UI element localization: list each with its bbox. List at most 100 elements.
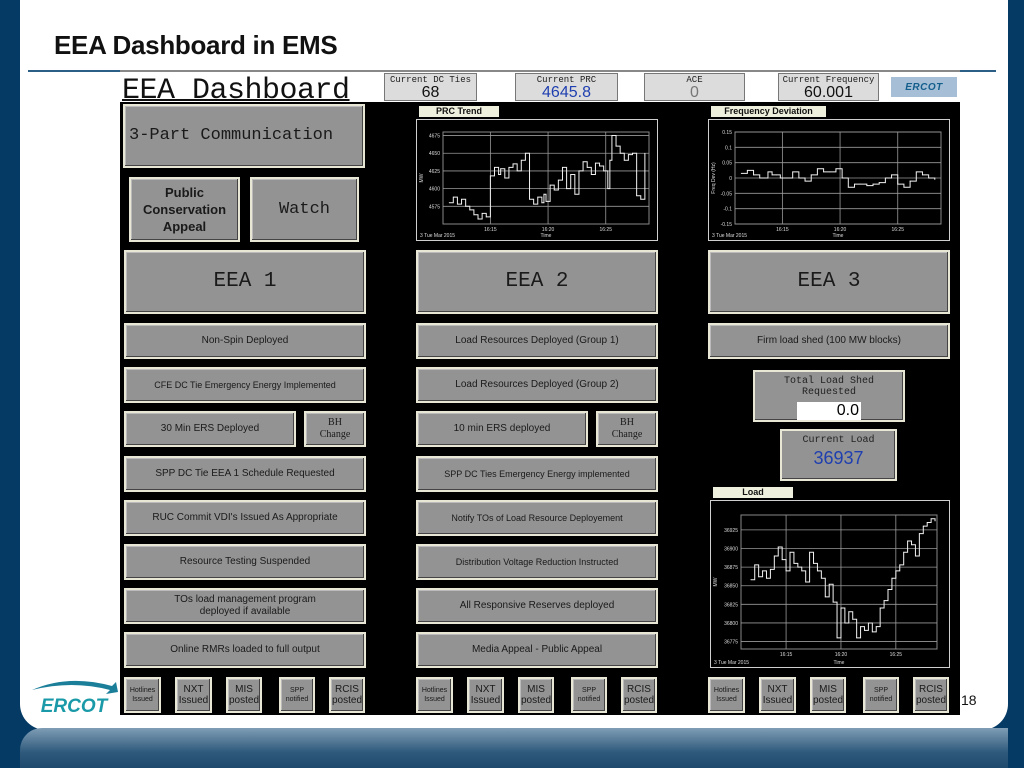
status-button-nxt[interactable]: NXT Issued [467, 677, 504, 713]
status-button-line2: Issued [716, 696, 737, 703]
data-point [448, 202, 450, 204]
status-button-line2: posted [331, 695, 363, 706]
status-button-spp[interactable]: SPP notified [279, 677, 315, 713]
y-tick-label: 36825 [724, 602, 738, 608]
eea-1-button[interactable]: EEA 1 [124, 250, 366, 314]
total-load-shed-input[interactable] [797, 402, 861, 420]
watch-button[interactable]: Watch [250, 177, 359, 242]
data-point [809, 551, 810, 553]
data-point [537, 196, 539, 198]
data-point [848, 611, 850, 613]
data-point [525, 152, 526, 154]
series-line-load [750, 518, 936, 639]
ruc-commit-button[interactable]: RUC Commit VDI's Issued As Appropriate [124, 500, 366, 536]
non-spin-deployed-button[interactable]: Non-Spin Deployed [124, 323, 366, 359]
y-tick-label: 36775 [724, 640, 738, 646]
resource-testing-button[interactable]: Resource Testing Suspended [124, 544, 366, 580]
bh-change-button-eea2[interactable]: BH Change [596, 411, 658, 447]
readout-value: 4645.8 [542, 84, 591, 101]
public-conservation-appeal-button[interactable]: Public Conservation Appeal [129, 177, 240, 242]
tos-load-management-button[interactable]: TOs load management program deployed if … [124, 588, 366, 624]
chart-date-label: 3 Tue Mar 2015 [714, 660, 749, 666]
x-tick-label: 16:20 [835, 652, 848, 658]
status-button-hotlines[interactable]: Hotlines Issued [416, 677, 453, 713]
data-point [541, 202, 543, 204]
eea-3-button[interactable]: EEA 3 [708, 250, 950, 314]
three-part-communication-button[interactable]: 3-Part Communication [123, 104, 365, 168]
status-button-mis[interactable]: MIS posted [810, 677, 846, 713]
status-button-line2: Issued [762, 695, 793, 706]
status-button-rcis[interactable]: RCIS posted [329, 677, 365, 713]
y-axis-label: MW [419, 173, 425, 182]
status-button-line2: notified [285, 696, 309, 703]
bh-change-button-eea1[interactable]: BH Change [304, 411, 366, 447]
data-point [911, 544, 912, 546]
data-point [481, 212, 483, 214]
data-point [485, 216, 487, 218]
data-point [766, 577, 767, 579]
media-appeal-button[interactable]: Media Appeal - Public Appeal [416, 632, 658, 668]
data-point [590, 174, 592, 175]
status-button-spp[interactable]: SPP notified [571, 677, 607, 713]
data-point [824, 596, 826, 598]
data-point [452, 196, 454, 198]
spp-dc-tie-eea1-button[interactable]: SPP DC Tie EEA 1 Schedule Requested [124, 456, 366, 492]
current-load-label: Current Load [802, 435, 875, 446]
status-button-line1: MIS [235, 684, 253, 695]
data-point [586, 166, 588, 168]
data-point [516, 170, 518, 172]
load-resources-group1-button[interactable]: Load Resources Deployed (Group 1) [416, 323, 658, 359]
y-tick-label: 36800 [724, 621, 738, 627]
y-tick-label: 0.05 [722, 161, 732, 167]
eea-2-button[interactable]: EEA 2 [416, 250, 658, 314]
status-button-nxt[interactable]: NXT Issued [759, 677, 796, 713]
status-button-hotlines[interactable]: Hotlines Issued [124, 677, 161, 713]
cfe-dc-tie-button[interactable]: CFE DC Tie Emergency Energy Implemented [124, 367, 366, 403]
y-tick-label: 4575 [429, 204, 440, 210]
data-point [771, 174, 773, 176]
data-point [866, 185, 868, 187]
notify-tos-button[interactable]: Notify TOs of Load Resource Deployement [416, 500, 658, 536]
status-button-rcis[interactable]: RCIS posted [913, 677, 949, 713]
readout-value: 68 [421, 84, 440, 101]
status-button-mis[interactable]: MIS posted [226, 677, 262, 713]
status-button-spp[interactable]: SPP notified [863, 677, 899, 713]
status-button-mis[interactable]: MIS posted [518, 677, 554, 713]
x-axis-label: Time [833, 233, 844, 239]
y-tick-label: -0.1 [723, 207, 732, 213]
all-responsive-reserves-button[interactable]: All Responsive Reserves deployed [416, 588, 658, 624]
firm-load-shed-button[interactable]: Firm load shed (100 MW blocks) [708, 323, 950, 359]
data-point [763, 177, 765, 179]
ercot-logo-small: ERCOT [891, 77, 957, 97]
data-point [864, 629, 865, 631]
status-button-line1: Hotlines [421, 687, 448, 694]
status-button-nxt[interactable]: NXT Issued [175, 677, 212, 713]
load-resources-group2-button[interactable]: Load Resources Deployed (Group 2) [416, 367, 658, 403]
data-point [883, 600, 885, 602]
online-rmrs-button[interactable]: Online RMRs loaded to full output [124, 632, 366, 668]
y-tick-label: -0.05 [721, 191, 733, 197]
data-point [872, 183, 874, 185]
data-point [891, 577, 893, 579]
data-point [835, 168, 837, 170]
status-button-hotlines[interactable]: Hotlines Issued [708, 677, 745, 713]
30-min-ers-button[interactable]: 30 Min ERS Deployed [124, 411, 296, 447]
status-button-line1: SPP [873, 687, 888, 694]
status-button-line2: posted [623, 695, 655, 706]
status-button-line1: Hotlines [713, 687, 740, 694]
data-point [773, 555, 775, 557]
status-button-rcis[interactable]: RCIS posted [621, 677, 657, 713]
status-button-line2: Issued [424, 696, 445, 703]
data-point [644, 152, 646, 154]
data-point [779, 177, 781, 179]
x-tick-label: 16:15 [780, 652, 793, 658]
10-min-ers-button[interactable]: 10 min ERS deployed [416, 411, 588, 447]
data-point [562, 166, 563, 168]
y-axis-label: MW [713, 577, 719, 586]
data-point [469, 209, 471, 211]
y-tick-label: 0 [729, 176, 732, 182]
data-point [860, 183, 862, 185]
distribution-voltage-button[interactable]: Distribution Voltage Reduction Instructe… [416, 544, 658, 580]
chart-date-label: 3 Tue Mar 2015 [420, 233, 455, 239]
spp-dc-ties-emergency-button[interactable]: SPP DC Ties Emergency Energy implemented [416, 456, 658, 492]
